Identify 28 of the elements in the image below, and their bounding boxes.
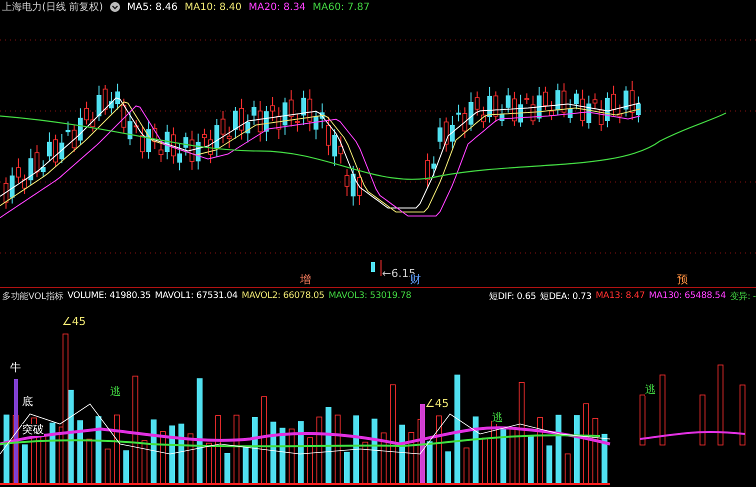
indicator-value: MA5: 8.46 xyxy=(126,2,178,12)
indicator-value: MA130: 65488.54 xyxy=(648,291,726,301)
dropdown-icon[interactable] xyxy=(110,2,120,12)
chart-annotation: ∠45 xyxy=(425,398,449,410)
chart-annotation: ∠45 xyxy=(62,316,86,328)
indicator-value: 短DEA: 0.73 xyxy=(540,290,592,302)
indicator-value: MAVOL1: 67531.04 xyxy=(154,291,238,301)
indicator-value: MA10: 8.40 xyxy=(184,2,242,12)
stock-title: 上海电力(日线 前复权) xyxy=(2,0,103,14)
indicator-name: 多功能VOL指标 xyxy=(2,290,64,302)
candlestick xyxy=(371,262,375,272)
chart-annotation: 逃 xyxy=(110,386,121,398)
chart-annotation: 逃 xyxy=(645,384,656,396)
chart-annotation: 突破 xyxy=(22,424,44,436)
chart-annotation: 牛 xyxy=(10,362,21,374)
chart-annotation: 逃 xyxy=(492,412,503,424)
chart-annotation: 底 xyxy=(22,396,33,408)
indicator-value: MAVOL2: 66078.05 xyxy=(242,291,324,301)
indicator-value: MAVOL3: 53019.78 xyxy=(328,291,412,301)
chart-annotation: 增 xyxy=(300,274,311,286)
indicator-value: 短DIF: 0.65 xyxy=(489,290,536,302)
indicator-value: 变异: - xyxy=(730,290,756,302)
indicator-value: MA20: 8.34 xyxy=(248,2,306,12)
indicator-value: MA60: 7.87 xyxy=(312,2,370,12)
chart-annotation: 预 xyxy=(677,274,688,286)
candlestick xyxy=(380,260,382,276)
indicator-value: VOLUME: 41980.35 xyxy=(68,291,151,301)
indicator-value: MA13: 8.47 xyxy=(596,291,645,301)
